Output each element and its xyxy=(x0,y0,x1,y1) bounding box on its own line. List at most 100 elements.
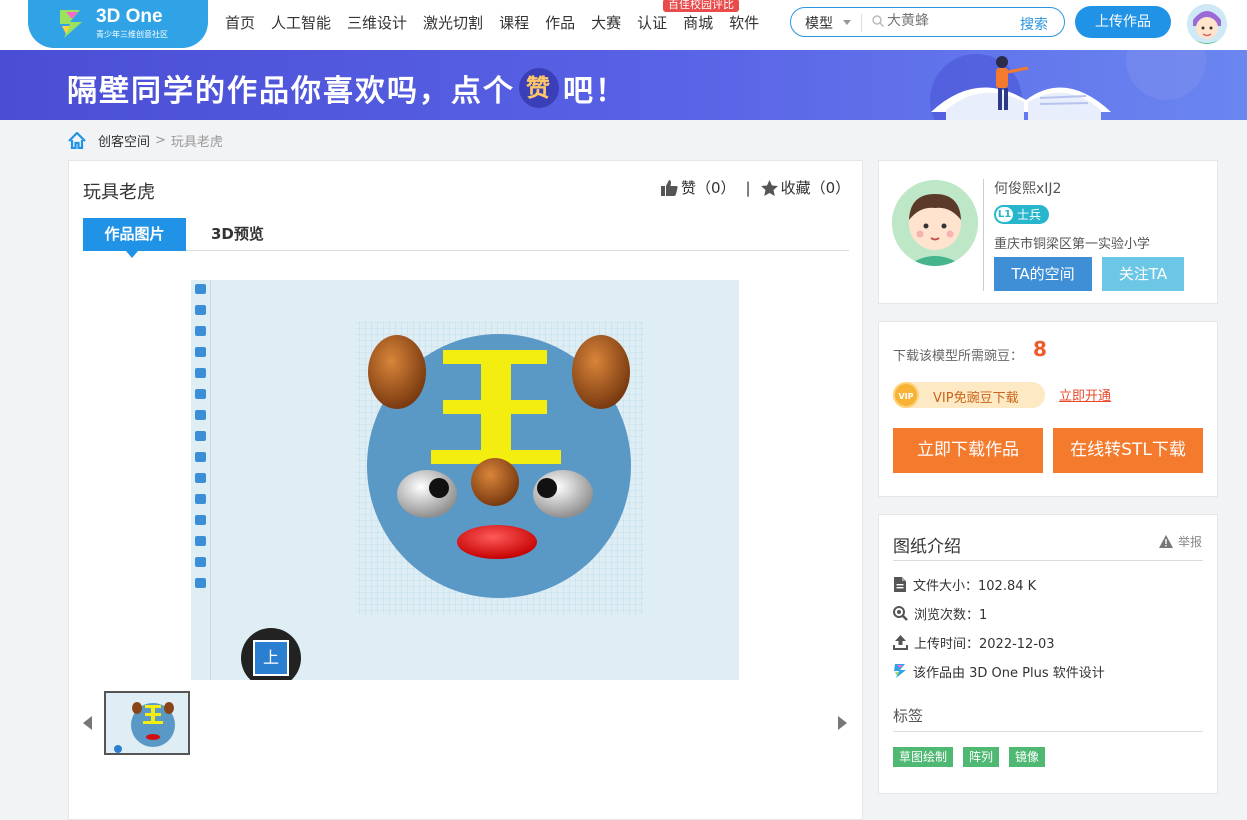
rank-badge: L1 士兵 xyxy=(994,205,1050,224)
tag-item[interactable]: 镜像 xyxy=(1009,747,1046,767)
nav-item-3d-design[interactable]: 三维设计 xyxy=(347,12,407,33)
software-note: 该作品由 3D One Plus 软件设计 xyxy=(913,665,1105,681)
vip-open-link[interactable]: 立即开通 xyxy=(1059,385,1111,404)
top-header: 3D One 青少年三维创意社区 首页 人工智能 三维设计 激光切割 课程 作品… xyxy=(0,0,1247,50)
search-type-select[interactable]: 模型 xyxy=(805,13,833,33)
report-label: 举报 xyxy=(1178,535,1203,549)
nav-item-cert[interactable]: 认证 xyxy=(637,12,667,33)
logo-title: 3D One xyxy=(96,6,163,27)
nav-item-laser[interactable]: 激光切割 xyxy=(423,12,483,33)
file-icon xyxy=(894,576,906,592)
upload-time-row: 上传时间：2022-12-03 xyxy=(893,633,1055,652)
vip-download-pill[interactable]: VIP VIP免豌豆下载 xyxy=(893,382,1045,408)
eval-badge[interactable]: 百佳校园评比 xyxy=(663,0,739,12)
download-work-button[interactable]: 立即下载作品 xyxy=(893,428,1043,473)
work-detail-panel: 玩具老虎 赞（0） | 收藏（0） 作品图片 3D预览 上 xyxy=(68,160,863,820)
vip-download-text: VIP免豌豆下载 xyxy=(933,391,1019,406)
like-count[interactable]: 赞（0） xyxy=(681,177,736,198)
breadcrumb-link[interactable]: 创客空间 xyxy=(98,131,150,150)
vip-icon: VIP xyxy=(893,382,919,408)
upload-work-button[interactable]: 上传作品 xyxy=(1075,6,1171,38)
nav-item-courses[interactable]: 课程 xyxy=(499,12,529,33)
banner-text-part: 隔壁同学的作品你喜欢吗，点个 xyxy=(67,74,515,109)
promo-banner[interactable]: 隔壁同学的作品你喜欢吗，点个赞吧！ xyxy=(0,50,1247,120)
intro-title: 图纸介绍 xyxy=(893,537,961,557)
author-avatar[interactable] xyxy=(892,180,978,266)
thumbnail-strip xyxy=(83,689,849,759)
banner-text-part: 吧！ xyxy=(563,74,627,109)
author-school: 重庆市铜梁区第一实验小学 xyxy=(994,237,1151,252)
favorite-count[interactable]: 收藏（0） xyxy=(781,177,851,198)
search-input[interactable] xyxy=(887,13,1007,29)
tag-item[interactable]: 阵列 xyxy=(963,747,1000,767)
like-divider: | xyxy=(745,178,751,197)
user-avatar[interactable] xyxy=(1187,4,1227,44)
tab-work-images[interactable]: 作品图片 xyxy=(83,218,186,258)
convert-stl-button[interactable]: 在线转STL下载 xyxy=(1053,428,1203,473)
work-image-viewer[interactable]: 上 xyxy=(191,280,739,680)
banner-text: 隔壁同学的作品你喜欢吗，点个赞吧！ xyxy=(67,66,627,110)
download-cost-value: 8 xyxy=(1033,337,1047,361)
star-icon[interactable] xyxy=(760,179,778,196)
nav-item-home[interactable]: 首页 xyxy=(225,12,255,33)
upload-overlay-button[interactable]: 上 xyxy=(241,628,301,680)
drawing-intro-card: 图纸介绍 举报 文件大小：102.84 K 浏览次数：1 上传时间：2022-1… xyxy=(878,514,1218,794)
site-logo[interactable]: 3D One 青少年三维创意社区 xyxy=(28,0,208,48)
nav-item-works[interactable]: 作品 xyxy=(545,12,575,33)
views-row: 浏览次数：1 xyxy=(893,604,988,623)
author-divider xyxy=(983,179,984,291)
3d-one-logo-icon xyxy=(894,664,906,678)
thumbnail-image xyxy=(106,693,188,753)
warning-icon xyxy=(1159,535,1173,548)
report-button[interactable]: 举报 xyxy=(1159,533,1202,550)
tag-item[interactable]: 草图绘制 xyxy=(893,747,954,767)
rank-level: L1 xyxy=(996,207,1013,222)
logo-subtitle: 青少年三维创意社区 xyxy=(96,30,168,39)
search-button[interactable]: 搜索 xyxy=(1020,14,1048,34)
arrow-right-icon[interactable] xyxy=(838,716,847,730)
tiger-model-render xyxy=(356,322,644,614)
arrow-left-icon[interactable] xyxy=(83,716,92,730)
tags-title: 标签 xyxy=(893,707,924,725)
software-row: 该作品由 3D One Plus 软件设计 xyxy=(893,662,1105,681)
upload-overlay-label: 上 xyxy=(253,640,289,676)
file-size: 文件大小：102.84 K xyxy=(913,578,1037,594)
nav-item-contest[interactable]: 大赛 xyxy=(591,12,621,33)
tag-list: 草图绘制 阵列 镜像 xyxy=(893,747,1055,767)
view-count: 浏览次数：1 xyxy=(914,607,988,623)
tab-3d-preview[interactable]: 3D预览 xyxy=(211,218,264,251)
thumbnail-item[interactable] xyxy=(104,691,190,755)
breadcrumb-separator: > xyxy=(155,132,166,148)
nav-item-software[interactable]: 软件 xyxy=(729,12,759,33)
magnifier-icon xyxy=(893,605,908,621)
like-fav-bar: 赞（0） | 收藏（0） xyxy=(661,177,850,198)
breadcrumb-current: 玩具老虎 xyxy=(170,134,223,150)
follow-button[interactable]: 关注TA xyxy=(1102,257,1184,291)
chevron-down-icon[interactable] xyxy=(843,20,851,25)
banner-book-illustration xyxy=(930,50,1206,120)
work-title: 玩具老虎 xyxy=(83,182,155,203)
download-cost-label: 下载该模型所需豌豆： xyxy=(893,349,1024,364)
author-card: 何俊熙xIJ2 L1 士兵 重庆市铜梁区第一实验小学 TA的空间 关注TA xyxy=(878,160,1218,304)
intro-divider xyxy=(893,560,1203,561)
work-tabs: 作品图片 3D预览 xyxy=(83,218,849,258)
search-icon xyxy=(872,15,884,27)
author-avatar-icon xyxy=(892,180,978,266)
author-name[interactable]: 何俊熙xIJ2 xyxy=(994,178,1061,198)
search-divider xyxy=(861,14,862,32)
home-icon[interactable] xyxy=(68,131,86,149)
banner-like-badge: 赞 xyxy=(519,68,559,108)
upload-time: 上传时间：2022-12-03 xyxy=(914,636,1055,652)
rank-name: 士兵 xyxy=(1017,208,1042,222)
file-size-row: 文件大小：102.84 K xyxy=(893,575,1037,594)
nav-item-ai[interactable]: 人工智能 xyxy=(271,12,331,33)
author-space-button[interactable]: TA的空间 xyxy=(994,257,1092,291)
nav-item-mall[interactable]: 商城 xyxy=(683,12,713,33)
thumbs-up-icon[interactable] xyxy=(661,179,678,196)
user-avatar-icon xyxy=(1187,4,1227,44)
logo-mark-icon xyxy=(60,10,82,38)
breadcrumb: 创客空间 > 玩具老虎 xyxy=(68,130,223,150)
tags-divider xyxy=(893,731,1203,732)
download-card: 下载该模型所需豌豆： 8 VIP VIP免豌豆下载 立即开通 立即下载作品 在线… xyxy=(878,321,1218,497)
search-bar: 模型 搜索 xyxy=(790,7,1065,37)
